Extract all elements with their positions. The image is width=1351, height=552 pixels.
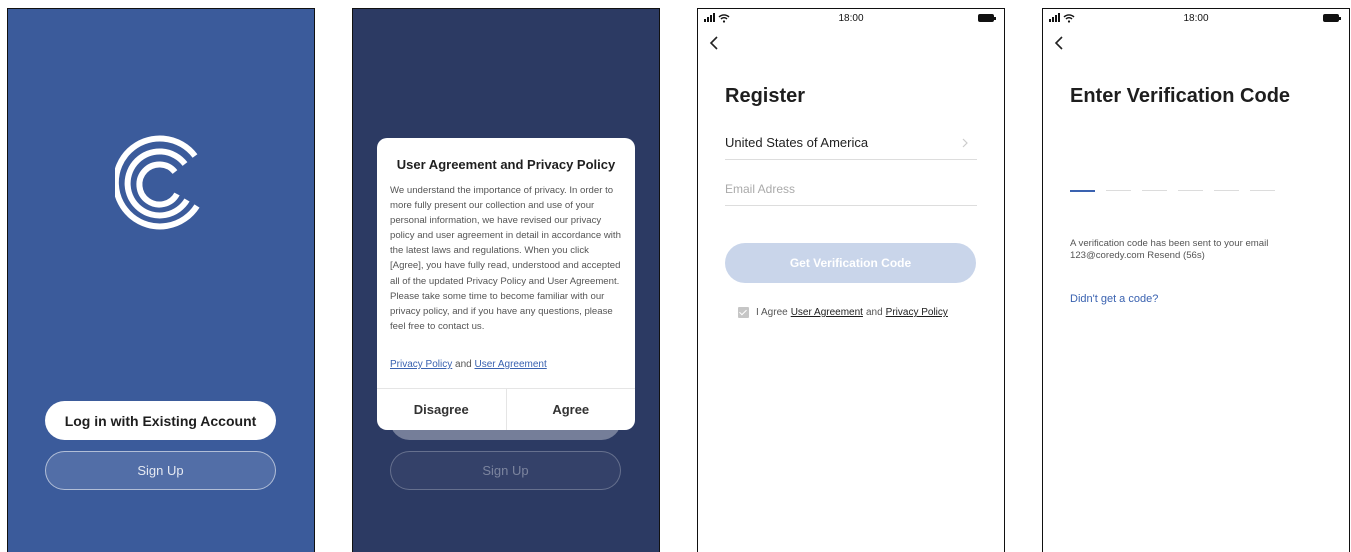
code-slot (1106, 190, 1131, 191)
code-slot (1178, 190, 1203, 191)
dialog-links: Privacy Policy and User Agreement (390, 359, 547, 370)
status-bar: 18:00 (704, 12, 998, 26)
dialog-title: User Agreement and Privacy Policy (396, 157, 616, 172)
user-agreement-link[interactable]: User Agreement (791, 307, 863, 318)
disagree-button[interactable]: Disagree (377, 389, 506, 430)
page-title: Register (725, 85, 806, 107)
privacy-policy-link[interactable]: Privacy Policy (886, 307, 948, 318)
code-sent-line1: A verification code has been sent to you… (1070, 238, 1269, 249)
agree-button[interactable]: Agree (505, 389, 636, 430)
code-slot (1250, 190, 1275, 191)
links-and-text: and (455, 359, 472, 370)
status-time: 18:00 (1183, 13, 1209, 24)
sign-up-button[interactable]: Sign Up (45, 451, 276, 490)
get-verification-code-button[interactable]: Get Verification Code (725, 243, 976, 283)
dialog-actions: Disagree Agree (377, 388, 635, 430)
privacy-dialog-screen: Sign Up User Agreement and Privacy Polic… (352, 8, 660, 552)
didnt-get-code-link[interactable]: Didn't get a code? (1070, 293, 1158, 305)
verification-screen: 18:00 Enter Verification Code A verifica… (1042, 8, 1350, 552)
code-slot (1142, 190, 1167, 191)
code-slot (1070, 190, 1095, 192)
email-field-row (725, 180, 977, 206)
code-slot (1214, 190, 1239, 191)
country-selector[interactable]: United States of America (725, 134, 977, 160)
status-time: 18:00 (838, 13, 864, 24)
status-bar: 18:00 (1049, 12, 1343, 26)
email-input[interactable] (725, 182, 977, 196)
back-arrow-icon[interactable] (1053, 35, 1065, 51)
code-sent-message: A verification code has been sent to you… (1070, 238, 1320, 262)
register-screen: 18:00 Register United States of America … (697, 8, 1005, 552)
page-title: Enter Verification Code (1070, 85, 1291, 107)
checkbox-icon[interactable] (738, 307, 749, 318)
privacy-dialog: User Agreement and Privacy Policy We und… (377, 138, 635, 430)
user-agreement-link[interactable]: User Agreement (475, 359, 547, 370)
app-logo-icon (115, 135, 200, 230)
login-existing-account-button[interactable]: Log in with Existing Account (45, 401, 276, 440)
code-sent-line2: 123@coredy.com Resend (56s) (1070, 250, 1205, 261)
battery-icon (1323, 14, 1341, 22)
back-arrow-icon[interactable] (708, 35, 720, 51)
agree-and-text: and (865, 307, 883, 318)
welcome-screen: Log in with Existing Account Sign Up (7, 8, 315, 552)
agreement-row: I Agree User Agreement and Privacy Polic… (738, 307, 951, 318)
dialog-body-text: We understand the importance of privacy.… (390, 185, 621, 332)
agree-prefix: I Agree (756, 307, 788, 318)
verification-code-input[interactable] (1070, 190, 1275, 192)
battery-icon (978, 14, 996, 22)
country-value: United States of America (725, 135, 869, 150)
privacy-policy-link[interactable]: Privacy Policy (390, 359, 452, 370)
chevron-right-icon (962, 138, 968, 148)
sign-up-button-dimmed: Sign Up (390, 451, 621, 490)
